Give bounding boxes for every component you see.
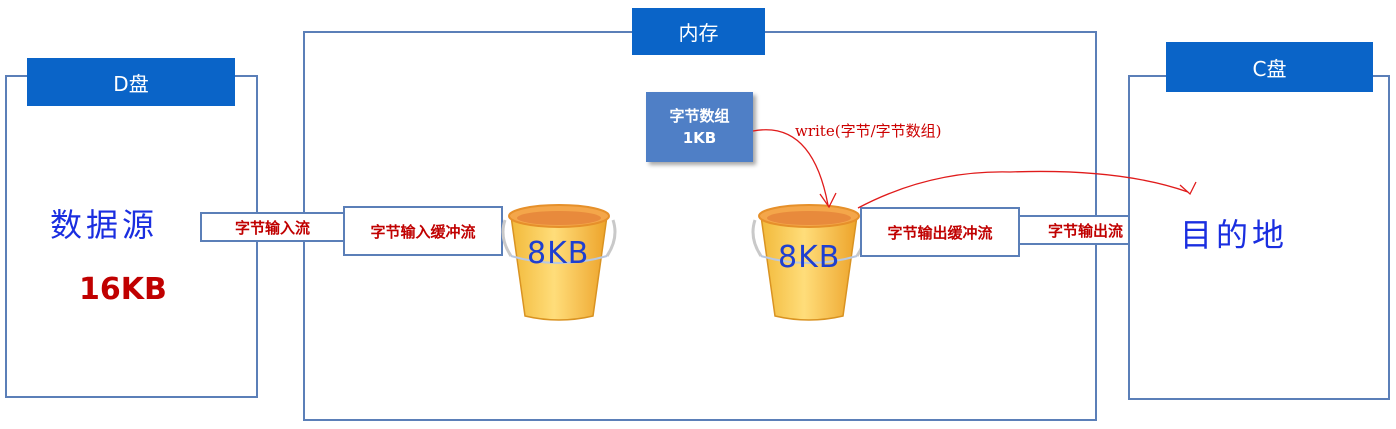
- write-arrowhead: [819, 192, 837, 209]
- flush-arrowhead: [1179, 181, 1197, 196]
- flow-arrows: [752, 129, 1197, 209]
- write-arrow: [752, 129, 829, 206]
- flush-arrow: [857, 170, 1189, 209]
